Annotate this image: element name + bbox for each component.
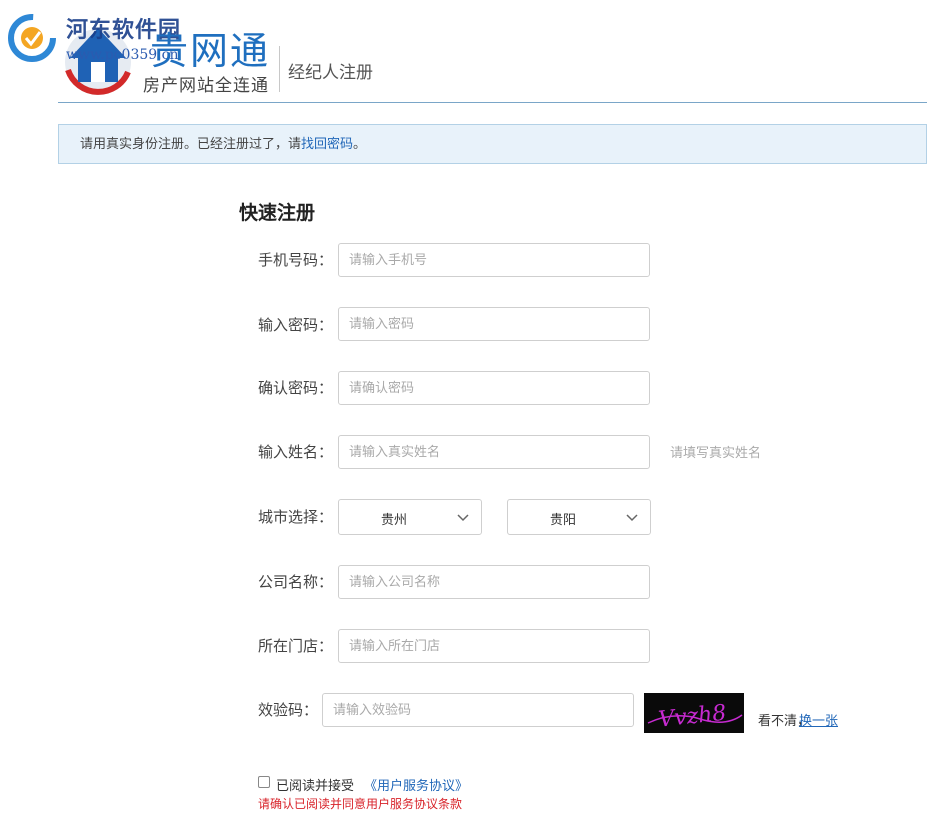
agreement-text: 已阅读并接受 bbox=[276, 779, 355, 794]
recover-password-link[interactable]: 找回密码 bbox=[301, 137, 353, 152]
agreement-checkbox[interactable] bbox=[258, 776, 270, 788]
confirm-password-label: 确认密码： bbox=[258, 379, 334, 397]
service-agreement-link[interactable]: 《用户服务协议》 bbox=[364, 775, 468, 794]
chevron-down-icon bbox=[457, 514, 469, 522]
province-select-value: 贵州 bbox=[380, 513, 407, 528]
password-input[interactable] bbox=[338, 307, 650, 341]
province-select[interactable]: 贵州 bbox=[338, 499, 482, 535]
notice-text: 请用真实身份注册。已经注册过了，请 bbox=[80, 137, 302, 152]
captcha-refresh-link[interactable]: 换一张 bbox=[799, 710, 838, 729]
phone-input[interactable] bbox=[338, 243, 650, 277]
password-label: 输入密码： bbox=[258, 316, 334, 334]
name-label: 输入姓名： bbox=[258, 443, 334, 461]
captcha-label: 效验码： bbox=[258, 701, 319, 719]
city-select-value: 贵阳 bbox=[549, 513, 576, 528]
header-rule bbox=[58, 102, 927, 103]
chevron-down-icon bbox=[626, 514, 638, 522]
store-input[interactable] bbox=[338, 629, 650, 663]
form-title: 快速注册 bbox=[239, 202, 316, 224]
brand-name: 贵网通 bbox=[150, 29, 271, 73]
notice-text-end: 。 bbox=[353, 137, 367, 152]
phone-label: 手机号码： bbox=[258, 251, 334, 269]
city-select[interactable]: 贵阳 bbox=[507, 499, 651, 535]
page-title: 经纪人注册 bbox=[288, 63, 373, 83]
captcha-input[interactable] bbox=[322, 693, 634, 727]
header-divider bbox=[279, 46, 280, 92]
confirm-password-input[interactable] bbox=[338, 371, 650, 405]
company-label: 公司名称： bbox=[258, 573, 334, 591]
notice-bar: 请用真实身份注册。已经注册过了，请找回密码。 bbox=[58, 124, 927, 164]
city-label: 城市选择： bbox=[258, 508, 334, 526]
watermark-logo-icon bbox=[8, 14, 56, 62]
agreement-error: 请确认已阅读并同意用户服务协议条款 bbox=[258, 797, 463, 811]
company-input[interactable] bbox=[338, 565, 650, 599]
captcha-image[interactable]: Vvzh8 bbox=[644, 693, 744, 733]
brand-slogan: 房产网站全连通 bbox=[143, 76, 269, 96]
name-input[interactable] bbox=[338, 435, 650, 469]
name-hint: 请填写真实姓名 bbox=[670, 446, 762, 461]
store-label: 所在门店： bbox=[258, 637, 334, 655]
